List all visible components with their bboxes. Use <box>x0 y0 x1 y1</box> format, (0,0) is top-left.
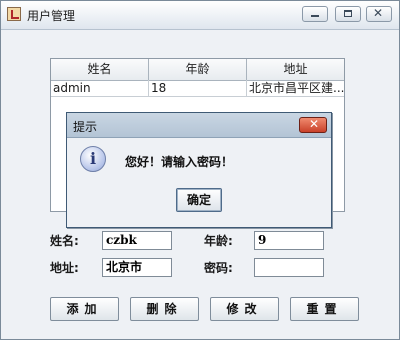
cell-name[interactable]: admin <box>51 80 149 97</box>
edit-button[interactable]: 修改 <box>210 297 279 321</box>
column-header-name[interactable]: 姓名 <box>51 59 149 80</box>
dialog-message: 您好！请输入密码！ <box>125 155 234 169</box>
password-label: 密码: <box>204 261 233 275</box>
dialog-title-bar[interactable]: 提示 ✕ <box>67 113 331 138</box>
title-bar[interactable]: 用户管理 ✕ <box>1 1 399 30</box>
column-header-address[interactable]: 地址 <box>247 59 344 80</box>
reset-button[interactable]: 重置 <box>290 297 359 321</box>
minimize-button[interactable] <box>302 6 328 22</box>
maximize-icon <box>344 10 352 17</box>
name-field[interactable]: czbk <box>102 231 172 250</box>
cell-address[interactable]: 北京市昌平区建... <box>247 80 344 97</box>
column-header-age[interactable]: 年龄 <box>149 59 247 80</box>
table-header: 姓名 年龄 地址 <box>51 59 344 81</box>
close-button[interactable]: ✕ <box>366 6 392 22</box>
password-field[interactable] <box>254 258 324 277</box>
table-row[interactable]: admin 18 北京市昌平区建... <box>51 80 344 97</box>
address-field[interactable]: 北京市 <box>102 258 172 277</box>
dialog-title: 提示 <box>73 120 98 134</box>
java-app-icon <box>7 7 21 21</box>
dialog-close-button[interactable]: ✕ <box>299 117 327 133</box>
ok-button[interactable]: 确定 <box>176 188 222 212</box>
info-icon: i <box>80 146 106 172</box>
maximize-button[interactable] <box>335 6 361 22</box>
close-icon: ✕ <box>309 117 320 131</box>
minimize-icon <box>311 15 319 17</box>
address-label: 地址: <box>50 261 79 275</box>
name-label: 姓名: <box>50 234 79 248</box>
message-dialog: 提示 ✕ i 您好！请输入密码！ 确定 <box>66 112 332 228</box>
window-title: 用户管理 <box>27 9 76 23</box>
add-button[interactable]: 添加 <box>50 297 119 321</box>
cell-age[interactable]: 18 <box>149 80 247 97</box>
close-icon: ✕ <box>373 6 384 20</box>
delete-button[interactable]: 删除 <box>130 297 199 321</box>
age-label: 年龄: <box>204 234 233 248</box>
age-field[interactable]: 9 <box>254 231 324 250</box>
